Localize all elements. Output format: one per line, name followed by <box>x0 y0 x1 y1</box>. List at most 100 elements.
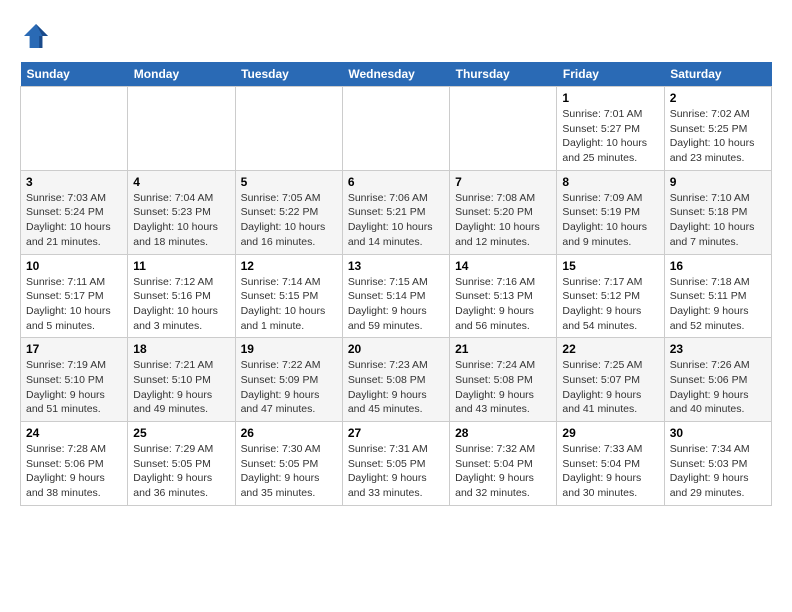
day-info: Sunrise: 7:11 AM Sunset: 5:17 PM Dayligh… <box>26 275 122 334</box>
day-number: 12 <box>241 259 337 273</box>
calendar-cell <box>128 87 235 171</box>
calendar-cell <box>235 87 342 171</box>
day-number: 7 <box>455 175 551 189</box>
calendar-week-row: 1 Sunrise: 7:01 AM Sunset: 5:27 PM Daylig… <box>21 87 772 171</box>
day-info: Sunrise: 7:08 AM Sunset: 5:20 PM Dayligh… <box>455 191 551 250</box>
calendar-cell: 15 Sunrise: 7:17 AM Sunset: 5:12 PM Dayli… <box>557 254 664 338</box>
weekday-header-saturday: Saturday <box>664 62 771 87</box>
day-info: Sunrise: 7:12 AM Sunset: 5:16 PM Dayligh… <box>133 275 229 334</box>
logo <box>20 20 56 52</box>
calendar-cell <box>21 87 128 171</box>
day-info: Sunrise: 7:02 AM Sunset: 5:25 PM Dayligh… <box>670 107 766 166</box>
day-number: 5 <box>241 175 337 189</box>
day-number: 1 <box>562 91 658 105</box>
day-info: Sunrise: 7:16 AM Sunset: 5:13 PM Dayligh… <box>455 275 551 334</box>
calendar-cell: 16 Sunrise: 7:18 AM Sunset: 5:11 PM Dayli… <box>664 254 771 338</box>
calendar-cell: 19Sunrise: 7:22 AM Sunset: 5:09 PM Dayli… <box>235 338 342 422</box>
calendar-cell: 30 Sunrise: 7:34 AM Sunset: 5:03 PM Dayli… <box>664 422 771 506</box>
calendar-week-row: 17 Sunrise: 7:19 AM Sunset: 5:10 PM Dayli… <box>21 338 772 422</box>
day-info: Sunrise: 7:15 AM Sunset: 5:14 PM Dayligh… <box>348 275 444 334</box>
day-number: 9 <box>670 175 766 189</box>
day-info: Sunrise: 7:18 AM Sunset: 5:11 PM Dayligh… <box>670 275 766 334</box>
calendar-week-row: 10 Sunrise: 7:11 AM Sunset: 5:17 PM Dayli… <box>21 254 772 338</box>
day-info: Sunrise: 7:31 AM Sunset: 5:05 PM Dayligh… <box>348 442 444 501</box>
day-info: Sunrise: 7:19 AM Sunset: 5:10 PM Dayligh… <box>26 358 122 417</box>
day-number: 14 <box>455 259 551 273</box>
weekday-header-sunday: Sunday <box>21 62 128 87</box>
calendar-cell: 4 Sunrise: 7:04 AM Sunset: 5:23 PM Daylig… <box>128 170 235 254</box>
calendar-cell: 26 Sunrise: 7:30 AM Sunset: 5:05 PM Dayli… <box>235 422 342 506</box>
weekday-header-monday: Monday <box>128 62 235 87</box>
day-number: 21 <box>455 342 551 356</box>
day-number: 3 <box>26 175 122 189</box>
day-info: Sunrise: 7:09 AM Sunset: 5:19 PM Dayligh… <box>562 191 658 250</box>
day-info: Sunrise: 7:17 AM Sunset: 5:12 PM Dayligh… <box>562 275 658 334</box>
day-info: Sunrise: 7:30 AM Sunset: 5:05 PM Dayligh… <box>241 442 337 501</box>
day-info: Sunrise: 7:32 AM Sunset: 5:04 PM Dayligh… <box>455 442 551 501</box>
day-number: 15 <box>562 259 658 273</box>
calendar-cell: 21 Sunrise: 7:24 AM Sunset: 5:08 PM Dayli… <box>450 338 557 422</box>
calendar-cell: 8 Sunrise: 7:09 AM Sunset: 5:19 PM Daylig… <box>557 170 664 254</box>
day-info: Sunrise: 7:23 AM Sunset: 5:08 PM Dayligh… <box>348 358 444 417</box>
calendar-cell: 18 Sunrise: 7:21 AM Sunset: 5:10 PM Dayli… <box>128 338 235 422</box>
calendar-cell: 29Sunrise: 7:33 AM Sunset: 5:04 PM Dayli… <box>557 422 664 506</box>
calendar-cell: 24 Sunrise: 7:28 AM Sunset: 5:06 PM Dayli… <box>21 422 128 506</box>
day-info: Sunrise: 7:26 AM Sunset: 5:06 PM Dayligh… <box>670 358 766 417</box>
day-number: 11 <box>133 259 229 273</box>
day-info: Sunrise: 7:28 AM Sunset: 5:06 PM Dayligh… <box>26 442 122 501</box>
day-info: Sunrise: 7:06 AM Sunset: 5:21 PM Dayligh… <box>348 191 444 250</box>
day-number: 22 <box>562 342 658 356</box>
day-number: 6 <box>348 175 444 189</box>
day-number: 13 <box>348 259 444 273</box>
weekday-header-tuesday: Tuesday <box>235 62 342 87</box>
day-info: Sunrise: 7:05 AM Sunset: 5:22 PM Dayligh… <box>241 191 337 250</box>
day-number: 17 <box>26 342 122 356</box>
calendar-cell: 14 Sunrise: 7:16 AM Sunset: 5:13 PM Dayli… <box>450 254 557 338</box>
calendar-cell: 1 Sunrise: 7:01 AM Sunset: 5:27 PM Daylig… <box>557 87 664 171</box>
day-number: 18 <box>133 342 229 356</box>
calendar-cell: 17 Sunrise: 7:19 AM Sunset: 5:10 PM Dayli… <box>21 338 128 422</box>
calendar-cell: 28 Sunrise: 7:32 AM Sunset: 5:04 PM Dayli… <box>450 422 557 506</box>
calendar-cell <box>450 87 557 171</box>
calendar-cell: 25 Sunrise: 7:29 AM Sunset: 5:05 PM Dayli… <box>128 422 235 506</box>
weekday-header-wednesday: Wednesday <box>342 62 449 87</box>
calendar-cell: 20 Sunrise: 7:23 AM Sunset: 5:08 PM Dayli… <box>342 338 449 422</box>
day-number: 25 <box>133 426 229 440</box>
day-info: Sunrise: 7:10 AM Sunset: 5:18 PM Dayligh… <box>670 191 766 250</box>
day-info: Sunrise: 7:04 AM Sunset: 5:23 PM Dayligh… <box>133 191 229 250</box>
calendar-cell: 11 Sunrise: 7:12 AM Sunset: 5:16 PM Dayli… <box>128 254 235 338</box>
day-number: 19 <box>241 342 337 356</box>
weekday-header-row: SundayMondayTuesdayWednesdayThursdayFrid… <box>21 62 772 87</box>
calendar-cell: 7 Sunrise: 7:08 AM Sunset: 5:20 PM Daylig… <box>450 170 557 254</box>
calendar-week-row: 3 Sunrise: 7:03 AM Sunset: 5:24 PM Daylig… <box>21 170 772 254</box>
day-info: Sunrise: 7:24 AM Sunset: 5:08 PM Dayligh… <box>455 358 551 417</box>
day-info: Sunrise: 7:01 AM Sunset: 5:27 PM Dayligh… <box>562 107 658 166</box>
calendar-cell <box>342 87 449 171</box>
day-info: Sunrise: 7:34 AM Sunset: 5:03 PM Dayligh… <box>670 442 766 501</box>
day-info: Sunrise: 7:03 AM Sunset: 5:24 PM Dayligh… <box>26 191 122 250</box>
calendar-cell: 2 Sunrise: 7:02 AM Sunset: 5:25 PM Daylig… <box>664 87 771 171</box>
weekday-header-thursday: Thursday <box>450 62 557 87</box>
day-number: 2 <box>670 91 766 105</box>
day-info: Sunrise: 7:21 AM Sunset: 5:10 PM Dayligh… <box>133 358 229 417</box>
calendar-cell: 27Sunrise: 7:31 AM Sunset: 5:05 PM Dayli… <box>342 422 449 506</box>
weekday-header-friday: Friday <box>557 62 664 87</box>
day-number: 20 <box>348 342 444 356</box>
day-number: 29 <box>562 426 658 440</box>
calendar-cell: 23Sunrise: 7:26 AM Sunset: 5:06 PM Dayli… <box>664 338 771 422</box>
day-number: 30 <box>670 426 766 440</box>
day-number: 26 <box>241 426 337 440</box>
calendar-week-row: 24 Sunrise: 7:28 AM Sunset: 5:06 PM Dayli… <box>21 422 772 506</box>
day-number: 28 <box>455 426 551 440</box>
page-header <box>20 20 772 52</box>
day-number: 24 <box>26 426 122 440</box>
day-number: 4 <box>133 175 229 189</box>
day-number: 8 <box>562 175 658 189</box>
calendar-cell: 3 Sunrise: 7:03 AM Sunset: 5:24 PM Daylig… <box>21 170 128 254</box>
day-number: 16 <box>670 259 766 273</box>
logo-icon <box>20 20 52 52</box>
day-info: Sunrise: 7:25 AM Sunset: 5:07 PM Dayligh… <box>562 358 658 417</box>
day-number: 10 <box>26 259 122 273</box>
day-info: Sunrise: 7:29 AM Sunset: 5:05 PM Dayligh… <box>133 442 229 501</box>
calendar-cell: 6 Sunrise: 7:06 AM Sunset: 5:21 PM Daylig… <box>342 170 449 254</box>
